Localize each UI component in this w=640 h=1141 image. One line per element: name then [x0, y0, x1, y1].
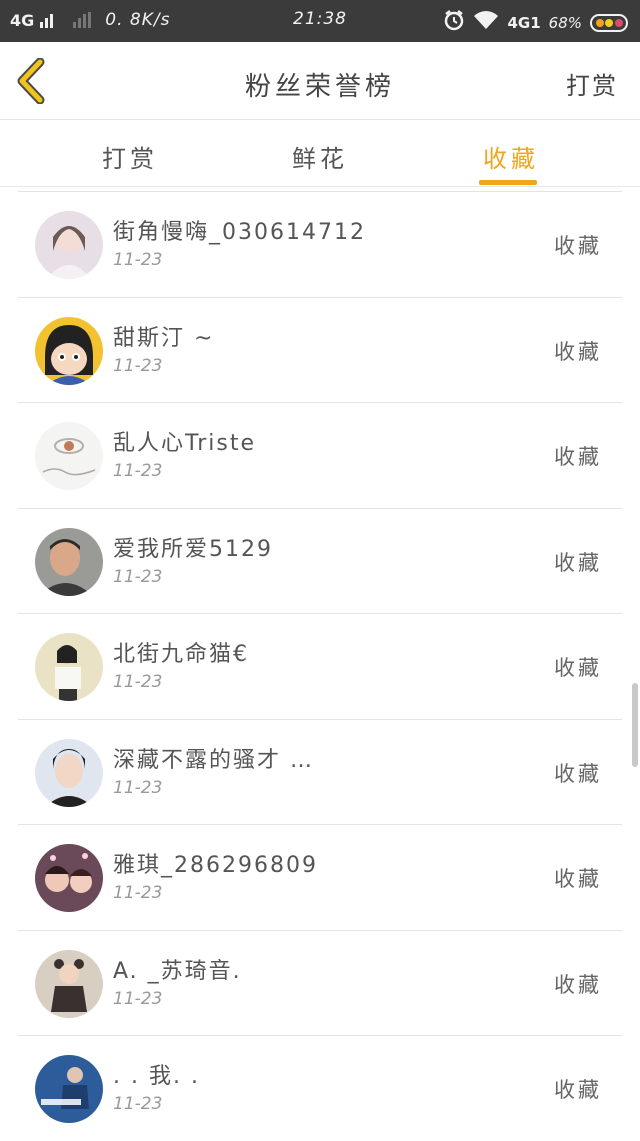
date: 11-23 — [113, 355, 163, 376]
battery-percent: 68% — [548, 13, 582, 32]
user-name: 乱人心Triste — [113, 431, 256, 456]
action-label: 收藏 — [554, 550, 602, 575]
user-name: 街角慢嗨_030614712 — [113, 220, 366, 245]
date: 11-23 — [113, 988, 163, 1009]
user-name: 爱我所爱5129 — [113, 536, 273, 562]
user-name: A. _苏琦音. — [113, 958, 242, 984]
tab-label: 鲜花 — [292, 145, 348, 173]
list-item[interactable]: A. _苏琦音. 11-23 收藏 — [18, 929, 622, 1036]
list-item[interactable]: 乱人心Triste 11-23 收藏 — [18, 402, 622, 508]
tab-flowers[interactable]: 鲜花 — [270, 139, 370, 174]
avatar[interactable] — [35, 1055, 103, 1123]
battery-icon — [590, 13, 628, 32]
date: 11-23 — [113, 461, 163, 481]
user-name: 北街九命猫€ — [113, 642, 249, 667]
list-item[interactable]: 北街九命猫€ 11-23 收藏 — [18, 613, 622, 719]
avatar[interactable] — [35, 738, 103, 807]
action-label: 收藏 — [554, 656, 602, 680]
action-label: 收藏 — [554, 445, 602, 469]
alarm-icon — [443, 9, 465, 36]
fan-list: 街角慢嗨_030614712 11-23 收藏 甜斯汀 ~ 11-23 收藏 乱… — [18, 191, 622, 1141]
list-item[interactable]: 雅琪_286296809 11-23 收藏 — [18, 824, 622, 930]
network-type-right: 4G1 — [507, 13, 541, 32]
active-tab-indicator — [479, 180, 537, 185]
date: 11-23 — [113, 566, 163, 587]
user-name: . . 我. . — [113, 1064, 200, 1089]
tab-collect[interactable]: 收藏 — [461, 139, 561, 185]
avatar[interactable] — [35, 211, 103, 279]
date: 11-23 — [113, 1094, 163, 1114]
action-label: 收藏 — [554, 339, 602, 364]
date: 11-23 — [113, 777, 163, 798]
list-item[interactable]: 甜斯汀 ~ 11-23 收藏 — [18, 296, 622, 403]
action-label: 收藏 — [554, 972, 602, 997]
date: 11-23 — [113, 672, 163, 692]
avatar[interactable] — [35, 527, 103, 596]
tab-label: 打赏 — [102, 145, 158, 173]
user-name: 深藏不露的骚才 … — [113, 747, 314, 773]
avatar[interactable] — [35, 844, 103, 912]
list-item[interactable]: . . 我. . 11-23 收藏 — [18, 1035, 622, 1141]
list-item[interactable]: 街角慢嗨_030614712 11-23 收藏 — [18, 191, 622, 297]
top-app-bar: 粉丝荣誉榜 打赏 — [0, 42, 640, 120]
reward-button[interactable]: 打赏 — [566, 66, 618, 101]
list-item[interactable]: 深藏不露的骚才 … 11-23 收藏 — [18, 718, 622, 825]
action-label: 收藏 — [554, 867, 602, 891]
page-title: 粉丝荣誉榜 — [244, 72, 395, 102]
user-name: 甜斯汀 ~ — [113, 325, 215, 351]
action-label: 收藏 — [554, 761, 602, 786]
avatar[interactable] — [35, 949, 103, 1018]
tab-reward[interactable]: 打赏 — [80, 139, 180, 174]
date: 11-23 — [113, 883, 163, 903]
status-bar: 4G 0. 8K/s 21:38 4G1 68% — [0, 0, 640, 42]
avatar[interactable] — [35, 422, 103, 490]
list-item[interactable]: 爱我所爱5129 11-23 收藏 — [18, 507, 622, 614]
avatar[interactable] — [35, 633, 103, 701]
action-label: 收藏 — [554, 234, 602, 258]
user-name: 雅琪_286296809 — [113, 853, 318, 878]
tab-label: 收藏 — [483, 145, 539, 173]
scrollbar[interactable] — [632, 683, 638, 767]
action-label: 收藏 — [554, 1078, 602, 1102]
tab-bar: 打赏 鲜花 收藏 — [0, 121, 640, 187]
wifi-icon — [473, 10, 499, 35]
date: 11-23 — [113, 250, 163, 270]
avatar[interactable] — [35, 316, 103, 385]
